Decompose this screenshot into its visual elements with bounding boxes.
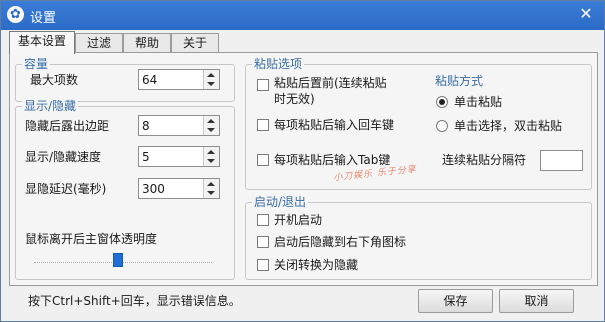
arrow-up-icon[interactable] xyxy=(207,150,215,154)
close-to-hide-checkbox[interactable] xyxy=(257,259,269,271)
arrow-down-icon[interactable] xyxy=(207,82,215,86)
speed-label: 显示/隐藏速度 xyxy=(25,150,102,164)
speed-value: 5 xyxy=(142,150,150,164)
arrow-up-icon[interactable] xyxy=(207,119,215,123)
paste-to-front-checkbox[interactable] xyxy=(257,79,269,91)
arrow-up-icon[interactable] xyxy=(207,182,215,186)
delay-label: 显隐延迟(毫秒) xyxy=(25,182,107,196)
separator-input[interactable] xyxy=(540,150,583,171)
delay-spinner[interactable]: 300 xyxy=(138,178,220,199)
hide-margin-label: 隐藏后露出边距 xyxy=(25,119,110,133)
hide-to-tray-label: 启动后隐藏到右下角图标 xyxy=(274,235,407,249)
display-hide-group-title: 显示/隐藏 xyxy=(22,98,79,114)
paste-options-group-title: 粘贴选项 xyxy=(252,56,305,72)
auto-start-checkbox[interactable] xyxy=(257,214,269,226)
paste-to-front-label-1: 粘贴后置前(连续粘贴 xyxy=(274,76,387,90)
opacity-slider-track[interactable] xyxy=(34,262,212,264)
title-bar[interactable]: ✿ 设置 ✕ xyxy=(1,1,604,30)
tab-about[interactable]: 关于 xyxy=(171,33,219,53)
arrow-down-icon[interactable] xyxy=(207,159,215,163)
double-click-paste-radio[interactable] xyxy=(436,120,448,132)
max-items-spinner[interactable]: 64 xyxy=(138,69,220,90)
speed-arrows[interactable] xyxy=(203,147,219,166)
window-title: 设置 xyxy=(30,11,57,26)
tab-filter[interactable]: 过滤 xyxy=(75,33,123,53)
settings-panel: 容量 最大项数 64 显示/隐藏 隐藏后露出边距 8 显示/隐藏速度 5 显隐延… xyxy=(9,52,598,286)
auto-start-label: 开机启动 xyxy=(274,213,323,227)
hide-margin-spinner[interactable]: 8 xyxy=(138,115,220,136)
paste-to-front-label-2: 时无效) xyxy=(274,92,315,106)
startup-exit-group-title: 启动/退出 xyxy=(252,194,309,210)
paste-mode-title: 粘贴方式 xyxy=(435,74,484,88)
single-click-paste-label: 单击粘贴 xyxy=(454,95,503,109)
close-button[interactable]: ✕ xyxy=(576,4,596,24)
status-text: 按下Ctrl+Shift+回车，显示错误信息。 xyxy=(28,294,241,308)
gear-icon: ✿ xyxy=(7,6,24,23)
capacity-group-title: 容量 xyxy=(22,56,51,72)
delay-value: 300 xyxy=(142,182,165,196)
max-items-arrows[interactable] xyxy=(203,70,219,89)
single-click-paste-radio[interactable] xyxy=(436,96,448,108)
speed-spinner[interactable]: 5 xyxy=(138,146,220,167)
double-click-paste-label: 单击选择，双击粘贴 xyxy=(454,119,563,133)
max-items-label: 最大项数 xyxy=(30,73,79,87)
opacity-label: 鼠标离开后主窗体透明度 xyxy=(25,232,158,246)
delay-arrows[interactable] xyxy=(203,179,219,198)
hide-margin-value: 8 xyxy=(142,119,150,133)
tab-basic-settings[interactable]: 基本设置 xyxy=(9,31,75,54)
tab-help[interactable]: 帮助 xyxy=(123,33,171,53)
arrow-down-icon[interactable] xyxy=(207,191,215,195)
close-to-hide-label: 关闭转换为隐藏 xyxy=(274,258,359,272)
paste-enter-label: 每项粘贴后输入回车键 xyxy=(274,118,395,132)
settings-window: ✿ 设置 ✕ 基本设置 过滤 帮助 关于 容量 最大项数 64 显示/隐藏 隐藏… xyxy=(0,0,605,322)
hide-to-tray-checkbox[interactable] xyxy=(257,236,269,248)
save-button[interactable]: 保存 xyxy=(418,289,493,313)
arrow-down-icon[interactable] xyxy=(207,128,215,132)
cancel-button[interactable]: 取消 xyxy=(499,289,574,313)
arrow-up-icon[interactable] xyxy=(207,73,215,77)
max-items-value: 64 xyxy=(142,73,158,87)
hide-margin-arrows[interactable] xyxy=(203,116,219,135)
opacity-slider-thumb[interactable] xyxy=(113,253,123,267)
separator-label: 连续粘贴分隔符 xyxy=(442,153,527,167)
paste-tab-checkbox[interactable] xyxy=(257,154,269,166)
paste-enter-checkbox[interactable] xyxy=(257,119,269,131)
